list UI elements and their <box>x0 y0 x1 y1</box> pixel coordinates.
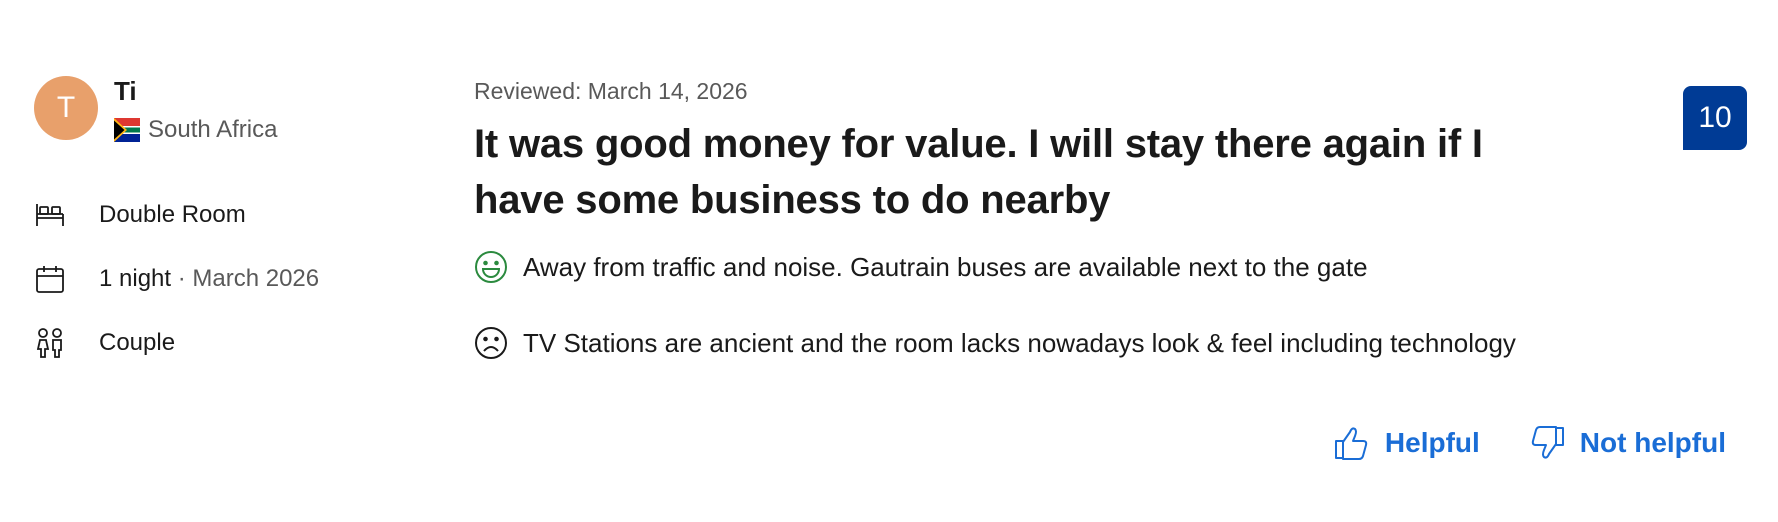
reviewer-name: Ti <box>114 76 137 106</box>
smiley-sad-icon <box>475 327 507 359</box>
feedback-actions: Helpful Not helpful <box>1321 418 1738 468</box>
positive-text: Away from traffic and noise. Gautrain bu… <box>523 252 1368 282</box>
helpful-label: Helpful <box>1384 427 1480 458</box>
thumbs-up-icon <box>1334 427 1368 460</box>
reviewer-block: T Ti South Africa <box>34 76 277 144</box>
not-helpful-label: Not helpful <box>1579 427 1726 458</box>
positive-point: Away from traffic and noise. Gautrain bu… <box>474 250 1574 284</box>
stay-date: March 2026 <box>192 265 320 292</box>
people-icon <box>32 325 68 361</box>
review-score: 10 <box>1698 101 1732 134</box>
room-type-row: Double Room <box>32 183 319 247</box>
stay-date-row: 1 night · March 2026 <box>32 247 319 311</box>
review-card: T Ti South Africa Double Room 1 night · … <box>0 0 1778 522</box>
avatar: T <box>34 76 98 140</box>
traveler-type: Couple <box>99 329 176 356</box>
review-date: Reviewed: March 14, 2026 <box>474 78 748 104</box>
helpful-button[interactable]: Helpful <box>1321 418 1492 468</box>
bed-icon <box>32 197 68 233</box>
stay-details: Double Room 1 night · March 2026 Couple <box>32 183 319 375</box>
review-title: It was good money for value. I will stay… <box>474 122 1483 222</box>
calendar-icon <box>32 261 68 297</box>
traveler-type-row: Couple <box>32 311 319 375</box>
south-africa-flag-icon <box>114 118 140 142</box>
stay-nights: 1 night <box>99 265 172 292</box>
avatar-initial: T <box>56 91 76 124</box>
not-helpful-button[interactable]: Not helpful <box>1516 418 1738 468</box>
reviewer-country: South Africa <box>114 116 277 144</box>
review-content: Reviewed: March 14, 2026 It was good mon… <box>474 76 1574 360</box>
reviewer-info: Ti South Africa <box>114 76 277 144</box>
negative-text: TV Stations are ancient and the room lac… <box>523 328 1516 358</box>
review-score-badge: 10 <box>1683 86 1747 150</box>
room-type: Double Room <box>99 201 246 228</box>
smiley-happy-icon <box>475 251 507 283</box>
negative-point: TV Stations are ancient and the room lac… <box>474 326 1574 360</box>
country-name: South Africa <box>148 116 278 143</box>
stay-separator: · <box>171 265 193 292</box>
thumbs-down-icon <box>1531 426 1564 459</box>
